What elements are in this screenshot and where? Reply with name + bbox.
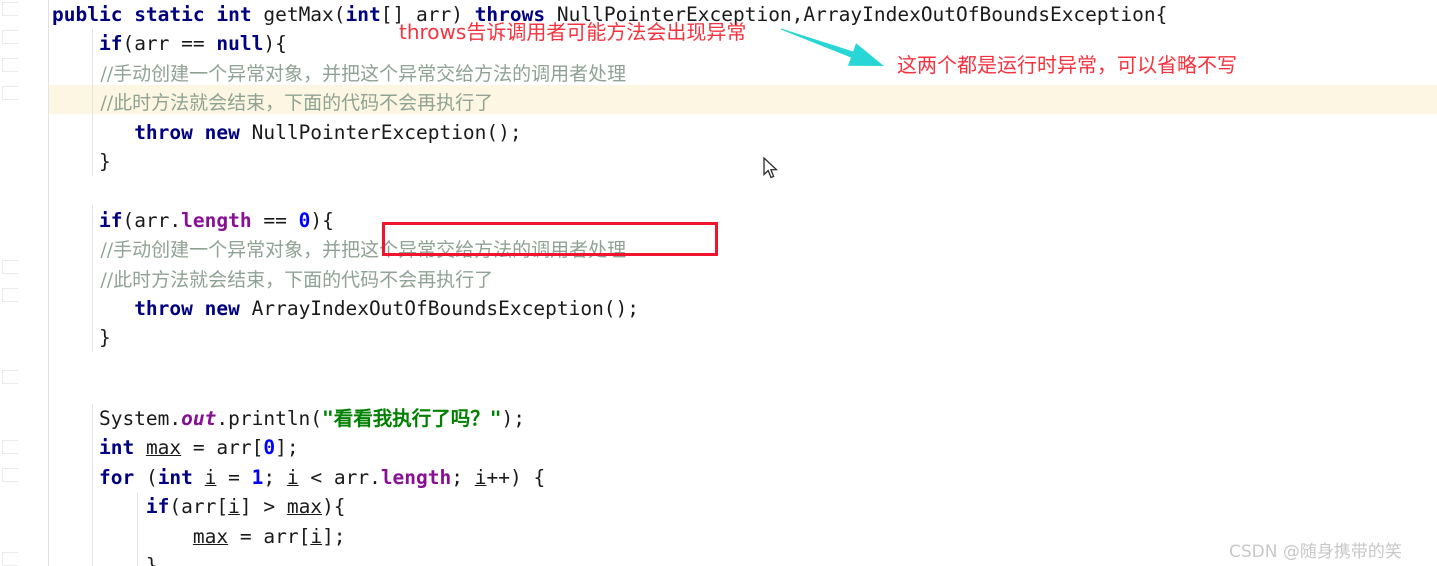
code-token-cmt: //手动创建一个异常对象，并把这个异常交给方法的调用者处理 <box>52 239 627 262</box>
code-token-kw: if <box>98 32 123 56</box>
code-line[interactable]: } <box>52 147 111 176</box>
code-line[interactable]: System.out.println("看看我执行了吗？"); <box>52 404 525 433</box>
code-token-kw: int <box>216 3 264 26</box>
code-token-plain: < arr. <box>298 465 381 489</box>
code-token-localvar: i <box>474 465 487 489</box>
code-token-num: 1 <box>251 465 264 489</box>
code-token-kw: int <box>98 436 146 460</box>
code-editor[interactable]: public static int getMax(int[] arr) thro… <box>0 0 1437 566</box>
code-token-plain: } <box>52 150 111 173</box>
annotation-throws-note: throws告诉调用者可能方法会出现异常 <box>399 20 747 44</box>
code-token-plain: ); <box>501 407 526 430</box>
code-token-plain: NullPointerException(); <box>251 120 522 144</box>
code-line[interactable]: //手动创建一个异常对象，并把这个异常交给方法的调用者处理 <box>52 59 626 88</box>
code-token-str: "看看我执行了吗？" <box>322 407 502 430</box>
code-token-plain: ArrayIndexOutOfBoundsException(); <box>251 297 640 320</box>
code-token-plain: ]; <box>275 436 299 460</box>
code-token-plain: = <box>216 465 252 489</box>
code-token-localvar: i <box>286 465 299 489</box>
code-token-plain: } <box>52 554 158 566</box>
code-token-plain: ; <box>451 465 475 489</box>
code-token-cmt: //手动创建一个异常对象，并把这个异常交给方法的调用者处理 <box>52 62 627 85</box>
code-token-plain: ){ <box>263 32 287 56</box>
code-token-kw: public <box>52 3 135 26</box>
code-token-kw: for <box>98 465 146 489</box>
code-token-plain: getMax( <box>263 3 346 26</box>
code-token-field: length <box>181 208 252 232</box>
code-token-localvar: i <box>228 495 240 519</box>
code-token-kw: throw <box>134 297 205 320</box>
code-token-localvar: i <box>310 524 323 548</box>
code-line[interactable]: if(arr[i] > max){ <box>52 492 346 521</box>
csdn-watermark: CSDN @随身携带的笑 <box>1229 542 1402 562</box>
code-token-plain: = arr[ <box>228 524 311 548</box>
code-token-plain: ] > <box>239 495 287 519</box>
code-line[interactable]: //此时方法就会结束，下面的代码不会再执行了 <box>52 88 493 117</box>
code-line[interactable]: int max = arr[0]; <box>52 433 299 462</box>
code-token-localvar: max <box>192 524 229 548</box>
code-token-localvar: i <box>204 465 217 489</box>
code-token-kw: if <box>145 495 170 519</box>
code-token-kw: new <box>204 120 252 144</box>
code-token-plain: (arr[ <box>169 495 229 519</box>
code-token-plain: ++) { <box>486 465 546 489</box>
code-token-kw: null <box>216 32 264 56</box>
code-line[interactable]: } <box>52 323 111 352</box>
code-token-localvar: max <box>286 495 323 519</box>
code-token-plain: ( <box>145 465 158 489</box>
code-token-kw: throw <box>134 120 205 144</box>
code-token-plain: ; <box>263 465 287 489</box>
code-token-plain: ){ <box>322 495 346 519</box>
code-line[interactable]: max = arr[i]; <box>52 522 346 551</box>
code-token-plain: = arr[ <box>181 436 264 460</box>
code-token-plain: .println( <box>216 407 323 430</box>
code-token-field: length <box>380 465 452 489</box>
code-token-plain: ){ <box>310 208 334 232</box>
code-line[interactable]: //此时方法就会结束，下面的代码不会再执行了 <box>52 265 493 294</box>
code-token-plain: } <box>52 326 111 350</box>
code-token-cmt: //此时方法就会结束，下面的代码不会再执行了 <box>52 268 494 291</box>
code-token-plain: ]; <box>322 524 346 548</box>
code-token-num: 0 <box>298 208 311 232</box>
code-line[interactable]: for (int i = 1; i < arr.length; i++) { <box>52 463 545 492</box>
code-token-static: out <box>181 407 217 430</box>
code-line[interactable]: throw new NullPointerException(); <box>52 118 522 147</box>
code-line[interactable]: throw new ArrayIndexOutOfBoundsException… <box>52 294 639 323</box>
code-line[interactable]: if(arr.length == 0){ <box>52 206 334 235</box>
code-token-kw: int <box>157 465 205 489</box>
code-token-cmt: //此时方法就会结束，下面的代码不会再执行了 <box>52 92 494 115</box>
code-token-plain: System. <box>52 407 182 430</box>
code-line[interactable]: if(arr == null){ <box>52 29 287 58</box>
code-token-kw: static <box>134 3 217 26</box>
code-token-localvar: max <box>145 436 182 460</box>
code-line[interactable]: //手动创建一个异常对象，并把这个异常交给方法的调用者处理 <box>52 235 626 264</box>
code-token-plain: == <box>251 208 299 232</box>
code-token-kw: if <box>98 208 123 232</box>
code-token-kw: int <box>345 3 381 26</box>
code-token-plain: (arr. <box>122 208 182 232</box>
code-text[interactable]: public static int getMax(int[] arr) thro… <box>0 0 1437 566</box>
code-token-plain: (arr == <box>122 32 217 56</box>
annotation-runtime-exception-note: 这两个都是运行时异常，可以省略不写 <box>897 53 1237 77</box>
code-token-num: 0 <box>263 436 276 460</box>
code-token-kw: new <box>204 297 252 320</box>
code-line[interactable]: } <box>52 551 158 566</box>
